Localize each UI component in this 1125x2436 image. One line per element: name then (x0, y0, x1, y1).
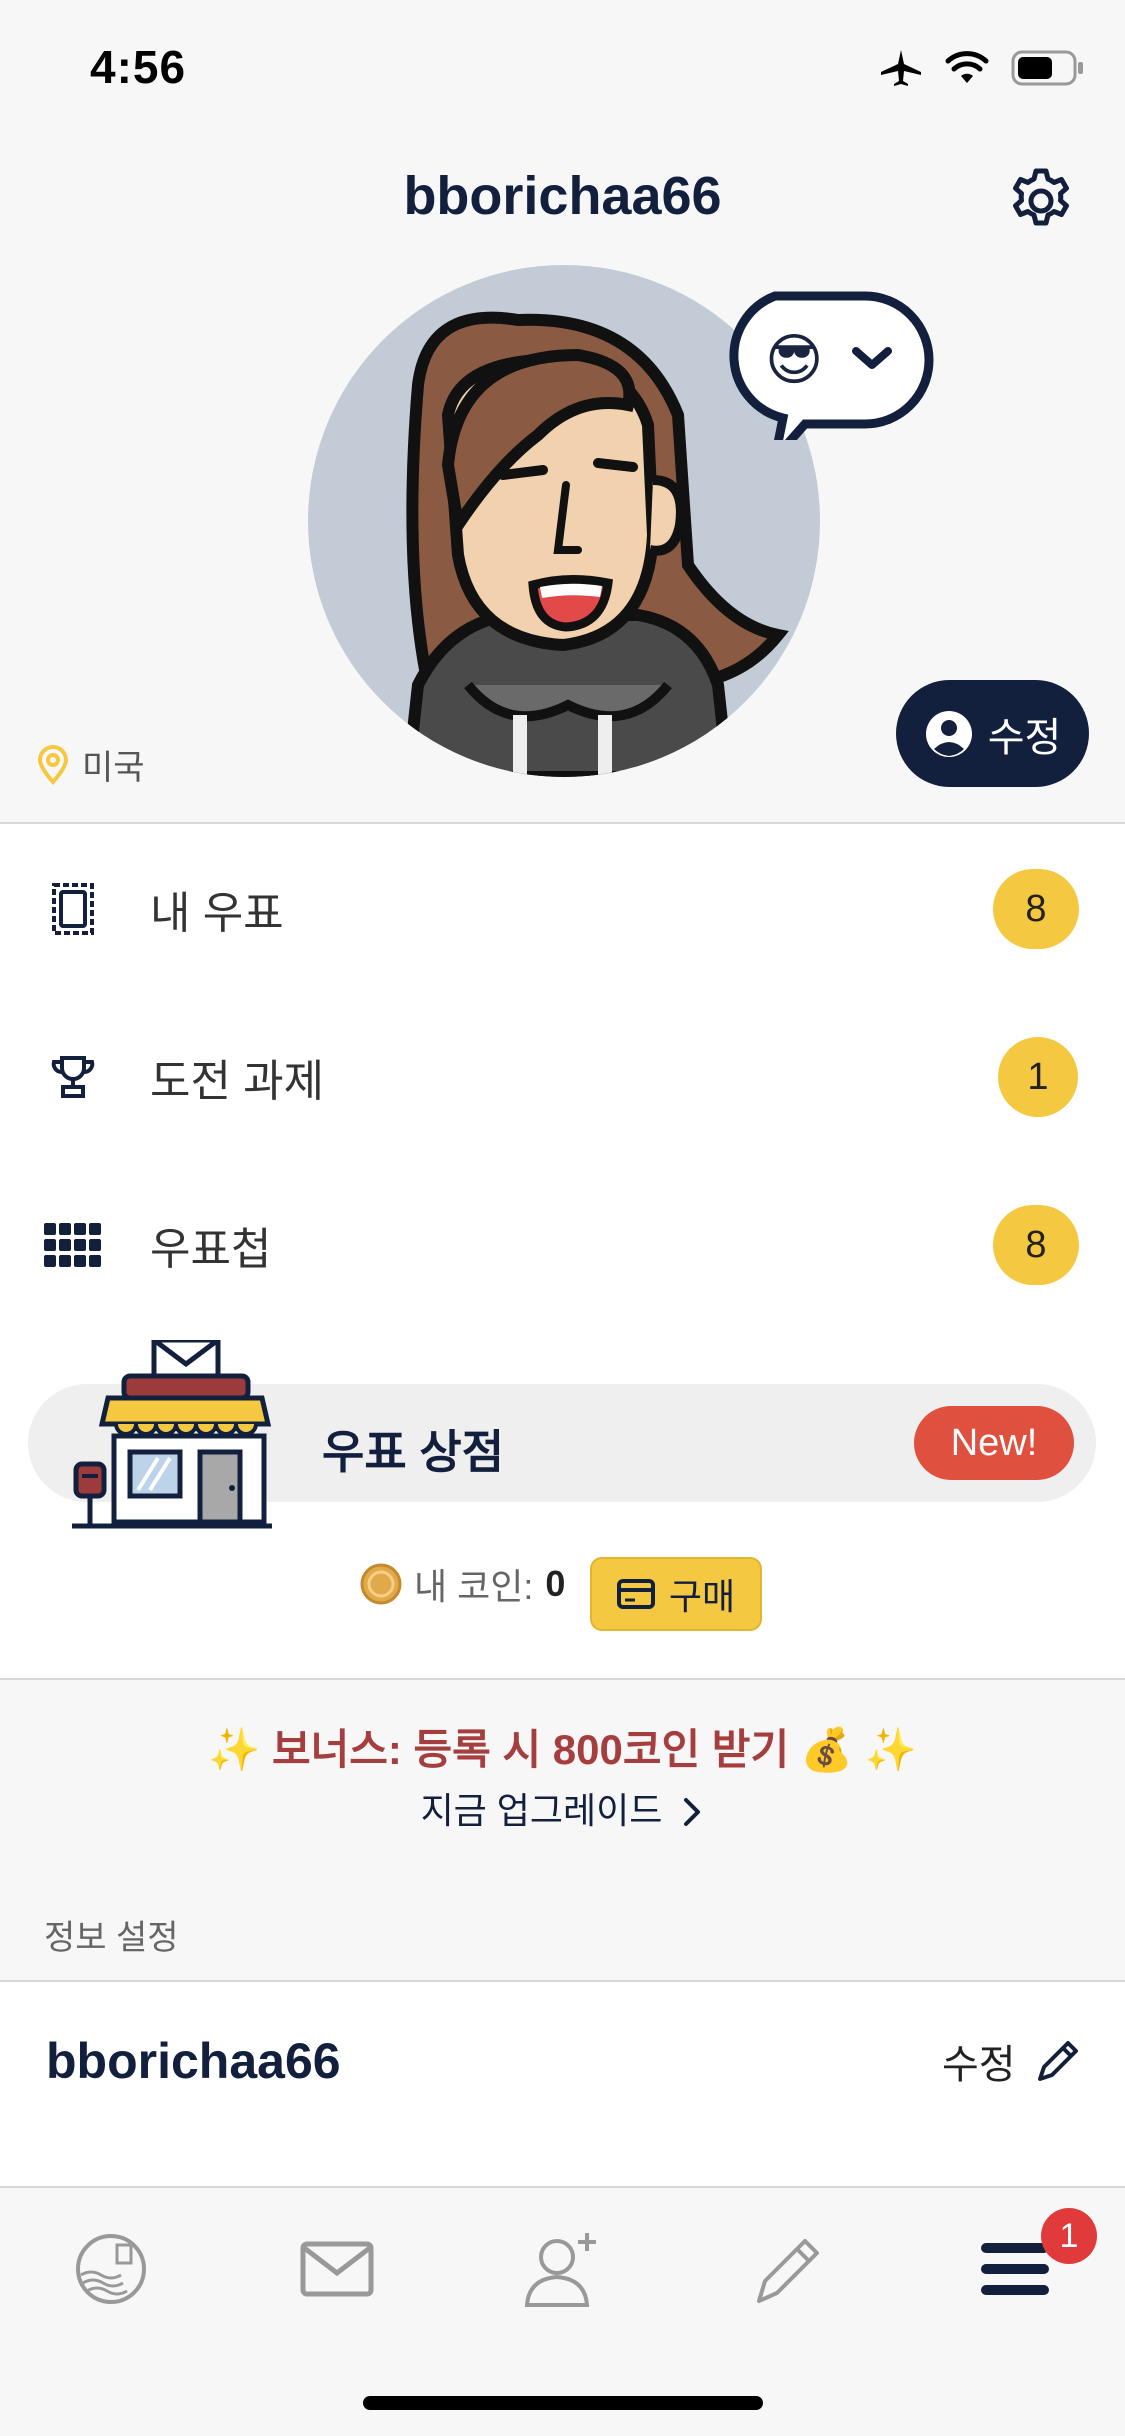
shop-icon (72, 1337, 272, 1530)
upgrade-link-label: 지금 업그레이드 (420, 1790, 663, 1831)
tab-mail[interactable] (292, 2224, 382, 2314)
count-badge: 8 (993, 1205, 1079, 1285)
grid-icon (40, 1212, 106, 1278)
tab-stamps[interactable] (66, 2224, 156, 2314)
info-username: bborichaa66 (46, 2033, 341, 2089)
new-badge: New! (914, 1406, 1074, 1480)
section-label: 정보 설정 (44, 1919, 179, 1957)
menu-item-my-stamps[interactable]: 내 우표 8 (0, 834, 1125, 984)
menu-item-label: 우표첩 (150, 1225, 272, 1274)
buy-label: 구매 (668, 1576, 736, 1617)
wifi-icon (945, 51, 989, 83)
divider (0, 1678, 1125, 1680)
settings-button[interactable] (1005, 165, 1077, 237)
menu-item-label: 도전 과제 (150, 1057, 325, 1106)
credit-card-icon (616, 1579, 655, 1609)
chevron-right-icon (684, 1798, 701, 1826)
pencil-icon (757, 2239, 819, 2303)
home-indicator (363, 2396, 763, 2410)
notification-badge: 1 (1041, 2208, 1097, 2264)
status-bar: 4:56 (0, 0, 1125, 140)
location-label: 미국 (82, 749, 145, 787)
user-icon (925, 710, 972, 757)
speech-bubble (729, 291, 934, 474)
battery-icon (1011, 50, 1083, 86)
tab-write[interactable] (744, 2224, 834, 2314)
location: 미국 (36, 740, 145, 789)
count-badge: 8 (993, 869, 1079, 949)
menu-icon (981, 2243, 1049, 2295)
mood-emoji: 😎 (765, 328, 824, 391)
status-time: 4:56 (90, 41, 187, 93)
upgrade-link[interactable]: 지금 업그레이드 (0, 1782, 1125, 1834)
mail-icon (300, 2241, 374, 2297)
menu-item-label: 내 우표 (150, 889, 284, 938)
coins-row: 내 코인: 0 (360, 1558, 565, 1610)
page-title: bborichaa66 (403, 166, 722, 226)
edit-profile-label: 수정 (987, 715, 1062, 760)
status-icons (879, 48, 1085, 88)
trophy-icon (40, 1044, 106, 1110)
location-pin-icon (37, 744, 69, 785)
stamp-globe-icon (76, 2234, 146, 2304)
pencil-icon (1037, 2041, 1078, 2081)
coin-icon (360, 1563, 402, 1605)
coins-value: 0 (545, 1563, 566, 1604)
mood-selector[interactable]: 😎 (725, 290, 935, 474)
edit-profile-button[interactable]: 수정 (896, 680, 1089, 787)
stamp-icon (40, 876, 106, 942)
bonus-banner[interactable]: ✨ 보너스: 등록 시 800코인 받기 💰 ✨ (0, 1716, 1125, 1777)
edit-label: 수정 (942, 2043, 1016, 2087)
menu-item-album[interactable]: 우표첩 8 (0, 1170, 1125, 1320)
tab-add-friend[interactable] (518, 2224, 608, 2314)
edit-username-button[interactable]: 수정 (942, 2032, 1084, 2090)
coins-label: 내 코인: (414, 1566, 534, 1607)
buy-coins-button[interactable]: 구매 (590, 1557, 762, 1631)
menu-item-challenges[interactable]: 도전 과제 1 (0, 1002, 1125, 1152)
gear-icon (1013, 168, 1069, 226)
add-friend-icon (524, 2233, 596, 2307)
count-badge: 1 (998, 1037, 1078, 1117)
airplane-icon (881, 50, 921, 86)
stamp-shop-label: 우표 상점 (322, 1426, 505, 1478)
